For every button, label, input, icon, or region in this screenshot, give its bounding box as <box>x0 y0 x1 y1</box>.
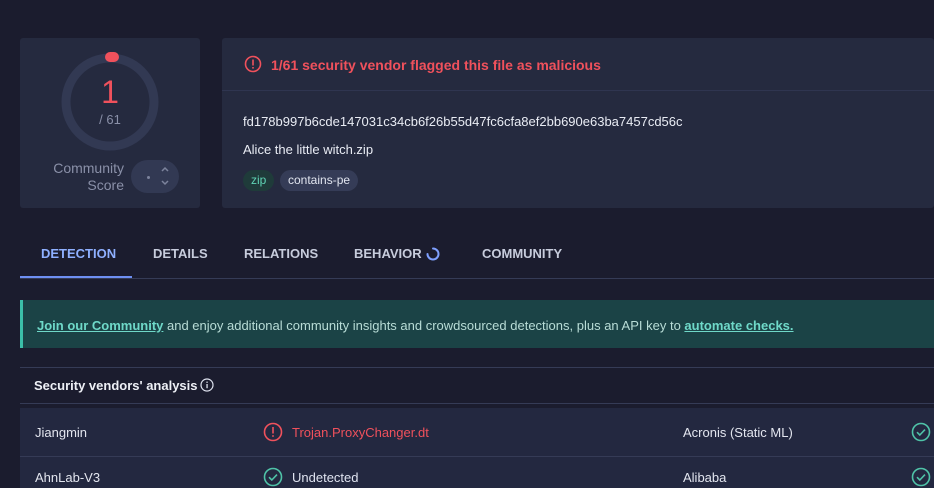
tab-detection[interactable]: DETECTION <box>41 246 116 278</box>
divider <box>20 403 934 404</box>
info-icon[interactable] <box>200 378 214 392</box>
vendors-section-title: Security vendors' analysis <box>34 378 198 393</box>
divider <box>20 278 934 279</box>
detection-count: 1 <box>101 74 119 110</box>
score-ring-marker <box>105 52 119 62</box>
tag-contains-pe[interactable]: contains-pe <box>280 170 359 191</box>
file-hash[interactable]: fd178b997b6cde147031c34cb6f26b55d47fc6cf… <box>243 114 683 129</box>
vendor-name[interactable]: AhnLab-V3 <box>35 470 100 485</box>
vendor-name[interactable]: Jiangmin <box>35 425 87 440</box>
automate-checks-link[interactable]: automate checks. <box>684 318 793 333</box>
vendor-total: / 61 <box>99 112 121 127</box>
tab-relations[interactable]: RELATIONS <box>244 246 318 278</box>
malicious-alert-text: 1/61 security vendor flagged this file a… <box>271 57 601 73</box>
tab-details[interactable]: DETAILS <box>153 246 208 278</box>
alert-circle-icon <box>244 55 262 73</box>
banner-message: and enjoy additional community insights … <box>163 318 685 333</box>
community-banner-text: Join our Community and enjoy additional … <box>37 318 794 333</box>
divider <box>20 367 934 368</box>
check-circle-icon <box>911 467 931 487</box>
community-score-value <box>147 176 150 179</box>
file-name: Alice the little witch.zip <box>243 142 374 157</box>
chevron-down-icon[interactable] <box>160 178 170 188</box>
malicious-icon <box>263 422 283 442</box>
vendor-table <box>20 408 934 488</box>
tab-behavior[interactable]: BEHAVIOR <box>354 246 422 278</box>
divider <box>20 456 934 457</box>
check-circle-icon <box>263 467 283 487</box>
vendor-name[interactable]: Alibaba <box>683 470 726 485</box>
vendor-name[interactable]: Acronis (Static ML) <box>683 425 793 440</box>
loading-spinner-icon <box>426 247 440 261</box>
community-score-label: Community Score <box>53 160 124 193</box>
vendor-result[interactable]: Trojan.ProxyChanger.dt <box>292 425 429 440</box>
chevron-up-icon[interactable] <box>160 164 170 174</box>
divider <box>222 90 934 91</box>
join-community-link[interactable]: Join our Community <box>37 318 163 333</box>
tag-zip[interactable]: zip <box>243 170 275 191</box>
tab-community[interactable]: COMMUNITY <box>482 246 562 278</box>
vendor-result[interactable]: Undetected <box>292 470 359 485</box>
community-vote-control[interactable] <box>131 160 179 193</box>
check-circle-icon <box>911 422 931 442</box>
